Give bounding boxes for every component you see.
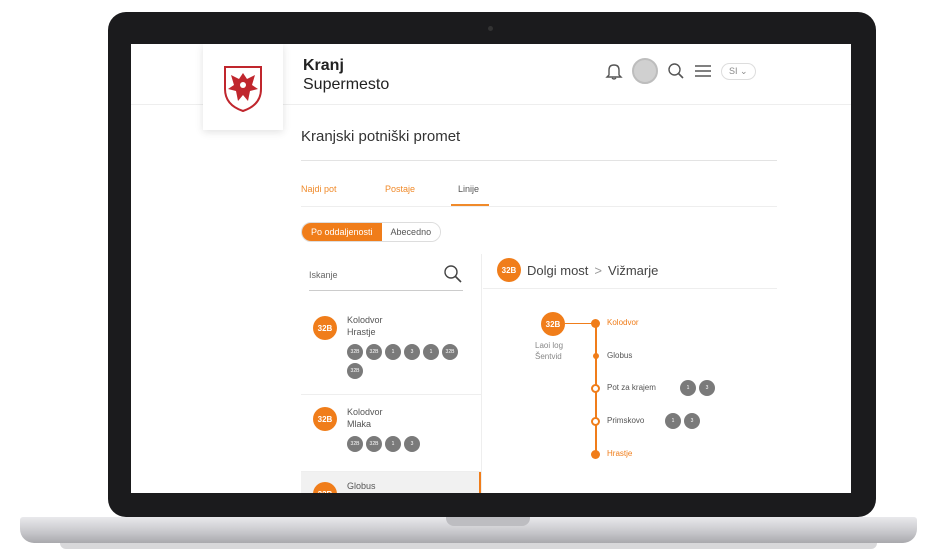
station-dot bbox=[591, 417, 600, 426]
tab-postaje[interactable]: Postaje bbox=[385, 184, 415, 194]
brand-city: Kranj bbox=[303, 57, 344, 74]
line-badge: 32B bbox=[313, 482, 337, 493]
line-chip[interactable]: 3 bbox=[699, 380, 715, 396]
laptop-base bbox=[20, 517, 917, 543]
line-chip[interactable]: 1 bbox=[385, 436, 401, 452]
station-label[interactable]: Pot za krajem bbox=[607, 383, 656, 392]
route-origin-label: Laoi log Šentvid bbox=[535, 340, 563, 362]
avatar[interactable] bbox=[632, 58, 658, 84]
line-chip[interactable]: 1 bbox=[665, 413, 681, 429]
title-divider bbox=[301, 160, 777, 161]
camera-icon bbox=[488, 26, 493, 31]
line-chip[interactable]: 32B bbox=[366, 344, 382, 360]
station-label[interactable]: Globus bbox=[607, 351, 632, 360]
line-chips: 32B 32B 1 3 1 32B 32B bbox=[347, 344, 467, 379]
stop-list-item[interactable]: 32B Globus bbox=[301, 472, 481, 493]
route-line-badge: 32B bbox=[497, 258, 521, 282]
line-chip[interactable]: 1 bbox=[680, 380, 696, 396]
route-destination: Vižmarje bbox=[608, 262, 659, 278]
line-chip[interactable]: 32B bbox=[347, 344, 363, 360]
route-origin-line1: Laoi log bbox=[535, 341, 564, 350]
stop-name: Kolodvor Hrastje bbox=[347, 314, 383, 338]
station-dot bbox=[591, 450, 600, 459]
stop-name-line1: Globus bbox=[347, 481, 376, 491]
coat-of-arms-logo[interactable] bbox=[203, 44, 283, 130]
search-input[interactable]: Iskanje bbox=[309, 270, 338, 280]
stop-name-line2: Mlaka bbox=[347, 419, 372, 429]
station-dot bbox=[591, 319, 600, 328]
route-origin-line2: Šentvid bbox=[535, 352, 562, 361]
brand-tagline: Supermesto bbox=[303, 76, 390, 93]
line-chip[interactable]: 32B bbox=[366, 436, 382, 452]
route-divider bbox=[483, 288, 777, 289]
stop-name-line1: Kolodvor bbox=[347, 315, 383, 325]
station-dot bbox=[593, 353, 599, 359]
line-chip[interactable]: 1 bbox=[385, 344, 401, 360]
line-chip[interactable]: 1 bbox=[423, 344, 439, 360]
search-icon[interactable] bbox=[443, 264, 463, 284]
line-badge: 32B bbox=[313, 316, 337, 340]
sort-by-distance-button[interactable]: Po oddaljenosti bbox=[302, 223, 382, 241]
line-chip[interactable]: 3 bbox=[404, 344, 420, 360]
search-box[interactable]: Iskanje bbox=[309, 260, 463, 291]
header-actions: SI ⌄ bbox=[605, 58, 756, 84]
eagle-crest-icon bbox=[224, 66, 262, 113]
station-label[interactable]: Kolodvor bbox=[607, 318, 639, 327]
route-header: 32B Dolgi most > Vižmarje bbox=[497, 258, 658, 282]
stop-name-line2: Hrastje bbox=[347, 327, 376, 337]
station-label[interactable]: Hrastje bbox=[607, 449, 632, 458]
line-chips: 32B 32B 1 3 bbox=[347, 436, 467, 452]
menu-icon[interactable] bbox=[694, 62, 712, 80]
app-screen: Kranj Supermesto SI ⌄ Kranjski potniški … bbox=[131, 44, 851, 493]
search-icon[interactable] bbox=[667, 62, 685, 80]
line-chip[interactable]: 32B bbox=[347, 436, 363, 452]
line-chip[interactable]: 3 bbox=[684, 413, 700, 429]
station-line-chips: 1 3 bbox=[665, 413, 700, 429]
bell-icon[interactable] bbox=[605, 62, 623, 80]
station-dot bbox=[591, 384, 600, 393]
sort-toggle: Po oddaljenosti Abecedno bbox=[301, 222, 442, 242]
tabs-divider bbox=[301, 206, 777, 207]
laptop-notch bbox=[446, 517, 530, 526]
sort-alphabetical-button[interactable]: Abecedno bbox=[381, 223, 441, 241]
route-diagram-badge: 32B bbox=[541, 312, 565, 336]
line-chip[interactable]: 32B bbox=[442, 344, 458, 360]
stop-name-line1: Kolodvor bbox=[347, 407, 383, 417]
line-chip[interactable]: 3 bbox=[404, 436, 420, 452]
tab-najdi-pot[interactable]: Najdi pot bbox=[301, 184, 337, 194]
stop-name: Globus bbox=[347, 480, 376, 492]
chevron-down-icon: ⌄ bbox=[740, 65, 748, 76]
page-title: Kranjski potniški promet bbox=[301, 128, 461, 145]
stops-panel: Iskanje 32B Kolodvor Hrastje 32B 32B 1 3… bbox=[301, 254, 482, 493]
station-label[interactable]: Primskovo bbox=[607, 416, 644, 425]
line-badge: 32B bbox=[313, 407, 337, 431]
tab-linije[interactable]: Linije bbox=[458, 184, 479, 194]
language-select[interactable]: SI ⌄ bbox=[721, 62, 756, 80]
brand-title[interactable]: Kranj Supermesto bbox=[303, 56, 389, 94]
station-line-chips: 1 3 bbox=[680, 380, 715, 396]
stop-list-item[interactable]: 32B Kolodvor Hrastje 32B 32B 1 3 1 32B 3… bbox=[301, 300, 481, 395]
stop-list-item[interactable]: 32B Kolodvor Mlaka 32B 32B 1 3 bbox=[301, 395, 481, 472]
line-chip[interactable]: 32B bbox=[347, 363, 363, 379]
laptop-shadow bbox=[60, 543, 877, 549]
route-separator: > bbox=[594, 262, 603, 278]
language-label: SI bbox=[729, 65, 738, 76]
stop-name: Kolodvor Mlaka bbox=[347, 406, 383, 430]
route-origin: Dolgi most bbox=[527, 262, 589, 278]
